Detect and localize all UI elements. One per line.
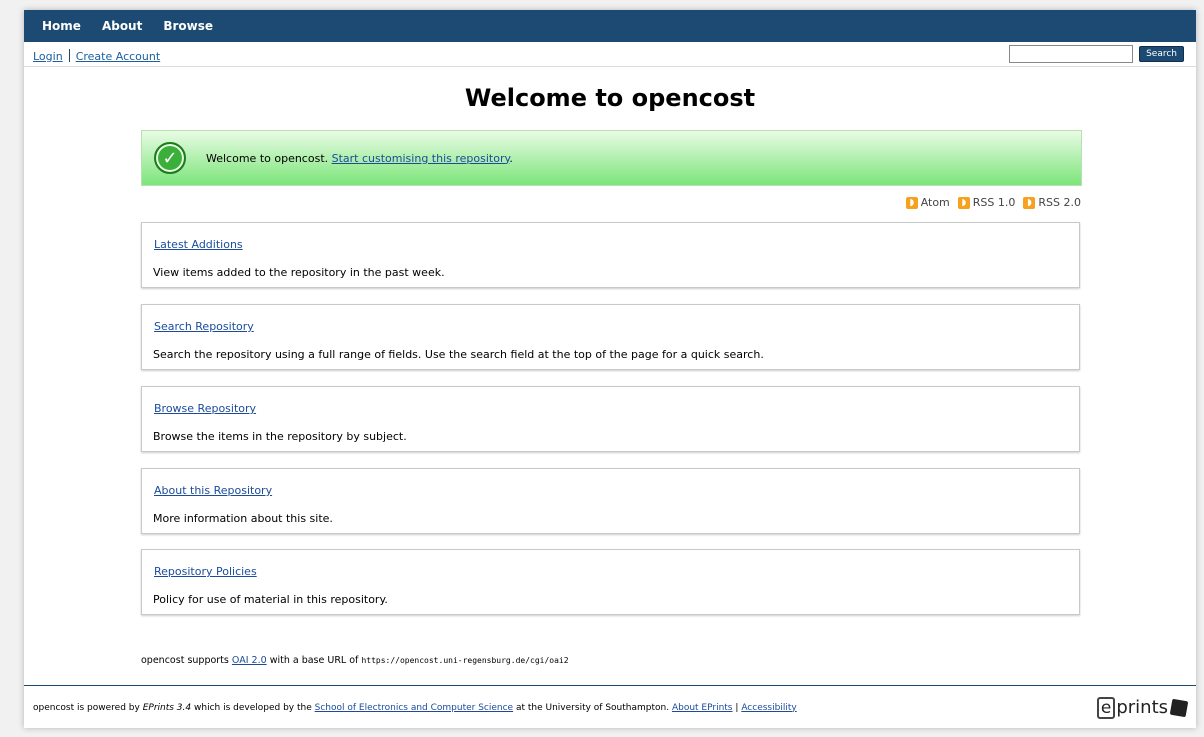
card-latest-additions: Latest Additions View items added to the…: [141, 222, 1080, 288]
feed-atom-label: Atom: [920, 196, 950, 209]
welcome-banner: ✓ Welcome to opencost. Start customising…: [141, 130, 1082, 186]
card-description: Search the repository using a full range…: [153, 348, 764, 361]
about-repository-link[interactable]: About this Repository: [154, 484, 272, 497]
oai-url: https://opencost.uni-regensburg.de/cgi/o…: [361, 656, 569, 665]
cube-icon: [1169, 698, 1189, 717]
banner-message: Welcome to opencost. Start customising t…: [206, 152, 513, 165]
nav-home[interactable]: Home: [42, 19, 81, 33]
accessibility-link[interactable]: Accessibility: [741, 703, 796, 713]
rss-icon: ◗: [1023, 196, 1036, 209]
rss-icon: ◗: [905, 196, 918, 209]
search-button[interactable]: Search: [1139, 46, 1184, 62]
banner-text: Welcome to opencost.: [206, 151, 329, 165]
card-repository-policies: Repository Policies Policy for use of ma…: [141, 549, 1080, 615]
customise-link[interactable]: Start customising this repository: [332, 152, 510, 165]
feed-rss1[interactable]: ◗ RSS 1.0: [957, 196, 1016, 209]
card-description: View items added to the repository in th…: [153, 266, 445, 279]
footer-t3: at the University of Southampton.: [515, 702, 670, 713]
card-description: Browse the items in the repository by su…: [153, 430, 407, 443]
repository-policies-link[interactable]: Repository Policies: [154, 565, 257, 578]
create-account-link[interactable]: Create Account: [76, 50, 160, 63]
feed-rss2[interactable]: ◗ RSS 2.0: [1023, 196, 1081, 209]
eprints-logo[interactable]: e prints: [1096, 696, 1189, 719]
feed-links: ◗ Atom ◗ RSS 1.0 ◗ RSS 2.0: [905, 196, 1081, 209]
feed-rss1-label: RSS 1.0: [972, 196, 1016, 209]
about-eprints-link[interactable]: About EPrints: [672, 703, 733, 713]
search-input[interactable]: [1009, 45, 1134, 63]
footer-t1: opencost is powered by: [33, 702, 140, 713]
feed-atom[interactable]: ◗ Atom: [905, 196, 950, 209]
oai-link[interactable]: OAI 2.0: [232, 655, 267, 666]
nav-about[interactable]: About: [102, 19, 142, 33]
logo-e: e: [1096, 696, 1116, 719]
card-browse-repository: Browse Repository Browse the items in th…: [141, 386, 1080, 452]
footer-version: EPrints 3.4: [142, 702, 192, 713]
user-bar: Login Create Account Search: [24, 42, 1196, 67]
oai-prefix: opencost supports: [141, 655, 229, 666]
feed-rss2-label: RSS 2.0: [1038, 196, 1081, 209]
divider: [68, 48, 70, 62]
top-navigation: Home About Browse: [24, 10, 1196, 42]
nav-browse[interactable]: Browse: [163, 19, 213, 33]
school-link[interactable]: School of Electronics and Computer Scien…: [315, 703, 513, 713]
rss-icon: ◗: [957, 196, 970, 209]
search-repository-link[interactable]: Search Repository: [154, 320, 254, 333]
card-description: Policy for use of material in this repos…: [153, 593, 388, 606]
oai-info: opencost supports OAI 2.0 with a base UR…: [141, 655, 569, 666]
footer-t2: which is developed by the: [194, 702, 312, 713]
checkmark-icon: ✓: [154, 142, 186, 174]
card-about-repository: About this Repository More information a…: [141, 468, 1080, 534]
oai-middle: with a base URL of: [269, 655, 359, 666]
page-frame: Home About Browse Login Create Account Se…: [24, 10, 1196, 728]
account-links: Login Create Account: [33, 45, 160, 64]
card-search-repository: Search Repository Search the repository …: [141, 304, 1080, 370]
browse-repository-link[interactable]: Browse Repository: [154, 402, 256, 415]
footer: opencost is powered by EPrints 3.4 which…: [24, 685, 1196, 729]
banner-period: .: [509, 151, 513, 165]
card-description: More information about this site.: [153, 512, 333, 525]
latest-additions-link[interactable]: Latest Additions: [154, 238, 243, 251]
footer-text: opencost is powered by EPrints 3.4 which…: [33, 703, 797, 713]
footer-separator: |: [735, 702, 739, 713]
login-link[interactable]: Login: [33, 50, 63, 63]
logo-rest: prints: [1116, 697, 1168, 718]
page-title: Welcome to opencost: [464, 84, 756, 112]
quick-search: Search: [1009, 45, 1184, 63]
